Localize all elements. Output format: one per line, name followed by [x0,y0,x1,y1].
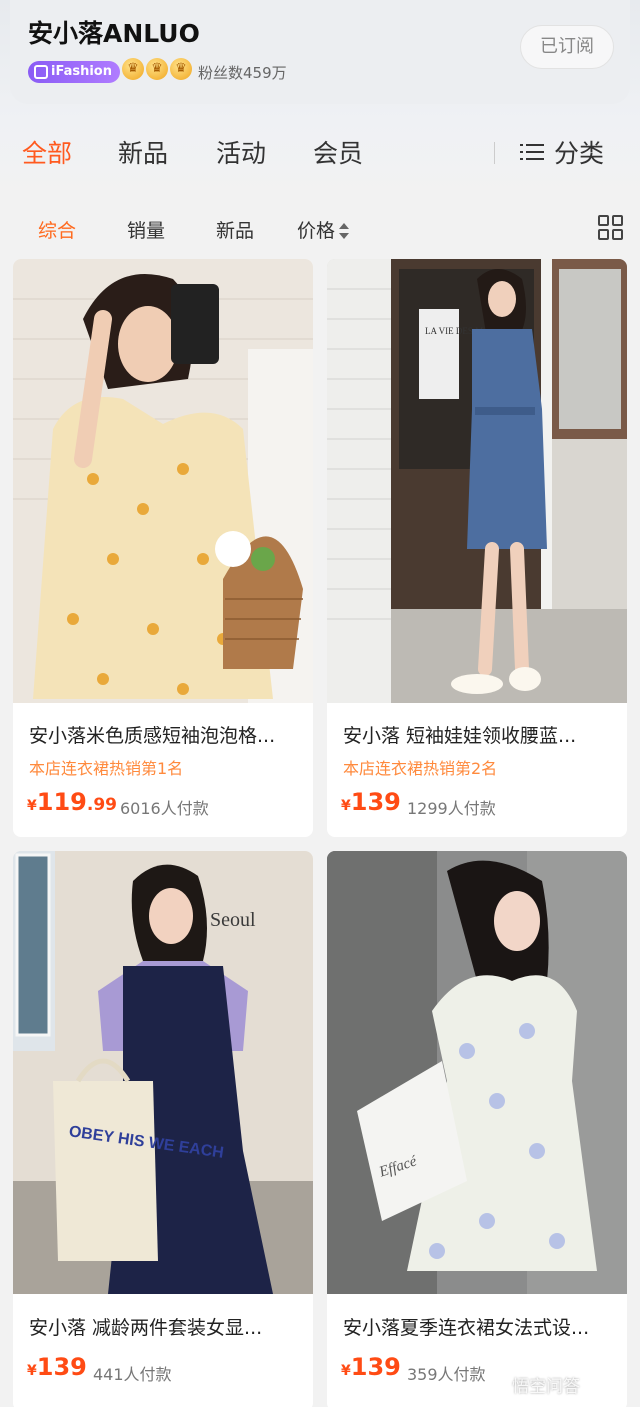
list-icon [520,142,544,162]
crown-icon: ♛ [170,58,192,80]
product-card[interactable]: LA VIE DES MA 安小落 短袖娃娃领收腰蓝... 本店连衣裙热销第2名… [327,259,627,837]
product-photo-blue-floral-dress: Effacé [327,851,627,1294]
shop-level-crowns: ♛ ♛ ♛ [122,58,192,80]
product-card[interactable]: Seoul OBEY HIS WE EACH 安小落 减龄两件套装女显... ¥… [13,851,313,1407]
product-rank: 本店连衣裙热销第2名 [343,759,498,778]
sort-sales[interactable]: 销量 [127,216,165,243]
product-image[interactable]: Seoul OBEY HIS WE EACH [13,851,313,1294]
product-photo-floral-dress [13,259,313,703]
sort-price-label: 价格 [297,220,336,242]
tab-activity[interactable]: 活动 [216,134,266,170]
product-title[interactable]: 安小落 短袖娃娃领收腰蓝... [343,721,615,748]
sort-arrows-icon [339,222,350,242]
crown-icon: ♛ [122,58,144,80]
product-image[interactable] [13,259,313,703]
product-price: ¥139 [341,788,401,816]
tab-new[interactable]: 新品 [118,134,168,170]
sort-comprehensive[interactable]: 综合 [38,216,76,243]
shop-name: 安小落ANLUO [28,19,200,48]
shop-tabs: 全部 新品 活动 会员 分类 [0,130,640,176]
product-sold-count: 6016人付款 [120,799,209,818]
sort-price[interactable]: 价格 [297,216,350,243]
shop-header: 安小落ANLUO iFashion ♛ ♛ ♛ 粉丝数459万 已订阅 [10,0,630,104]
product-image[interactable]: Effacé [327,851,627,1294]
sort-new[interactable]: 新品 [216,216,254,243]
product-price: ¥139 [27,1353,87,1381]
product-title[interactable]: 安小落夏季连衣裙女法式设... [343,1313,615,1340]
ifashion-logo-icon [34,65,48,79]
product-photo-denim-dress: LA VIE DES MA [327,259,627,703]
sort-bar: 综合 销量 新品 价格 [0,206,640,250]
fans-count: 粉丝数459万 [198,64,287,82]
category-button[interactable]: 分类 [520,134,604,170]
product-price: ¥119.99 [27,788,117,816]
tab-divider [494,142,495,164]
category-label: 分类 [554,139,605,168]
product-image[interactable]: LA VIE DES MA [327,259,627,703]
product-card[interactable]: Effacé 安小落夏季连衣裙女法式设... ¥139 359人付款 [327,851,627,1407]
product-photo-navy-dress: Seoul OBEY HIS WE EACH [13,851,313,1294]
tab-all[interactable]: 全部 [22,134,72,170]
product-sold-count: 359人付款 [407,1365,486,1384]
product-card[interactable]: 安小落米色质感短袖泡泡格... 本店连衣裙热销第1名 ¥119.99 6016人… [13,259,313,837]
ifashion-badge: iFashion [28,61,120,83]
product-sold-count: 441人付款 [93,1365,172,1384]
product-rank: 本店连衣裙热销第1名 [29,759,184,778]
product-title[interactable]: 安小落米色质感短袖泡泡格... [29,721,301,748]
product-price: ¥139 [341,1353,401,1381]
product-title[interactable]: 安小落 减龄两件套装女显... [29,1313,301,1340]
grid-view-icon[interactable] [598,215,624,241]
subscribe-button[interactable]: 已订阅 [520,25,614,69]
ifashion-label: iFashion [51,64,112,79]
product-sold-count: 1299人付款 [407,799,496,818]
crown-icon: ♛ [146,58,168,80]
tab-member[interactable]: 会员 [313,134,363,170]
watermark: 悟空问答 [512,1377,580,1397]
wall-sign-text: Seoul [210,909,256,931]
